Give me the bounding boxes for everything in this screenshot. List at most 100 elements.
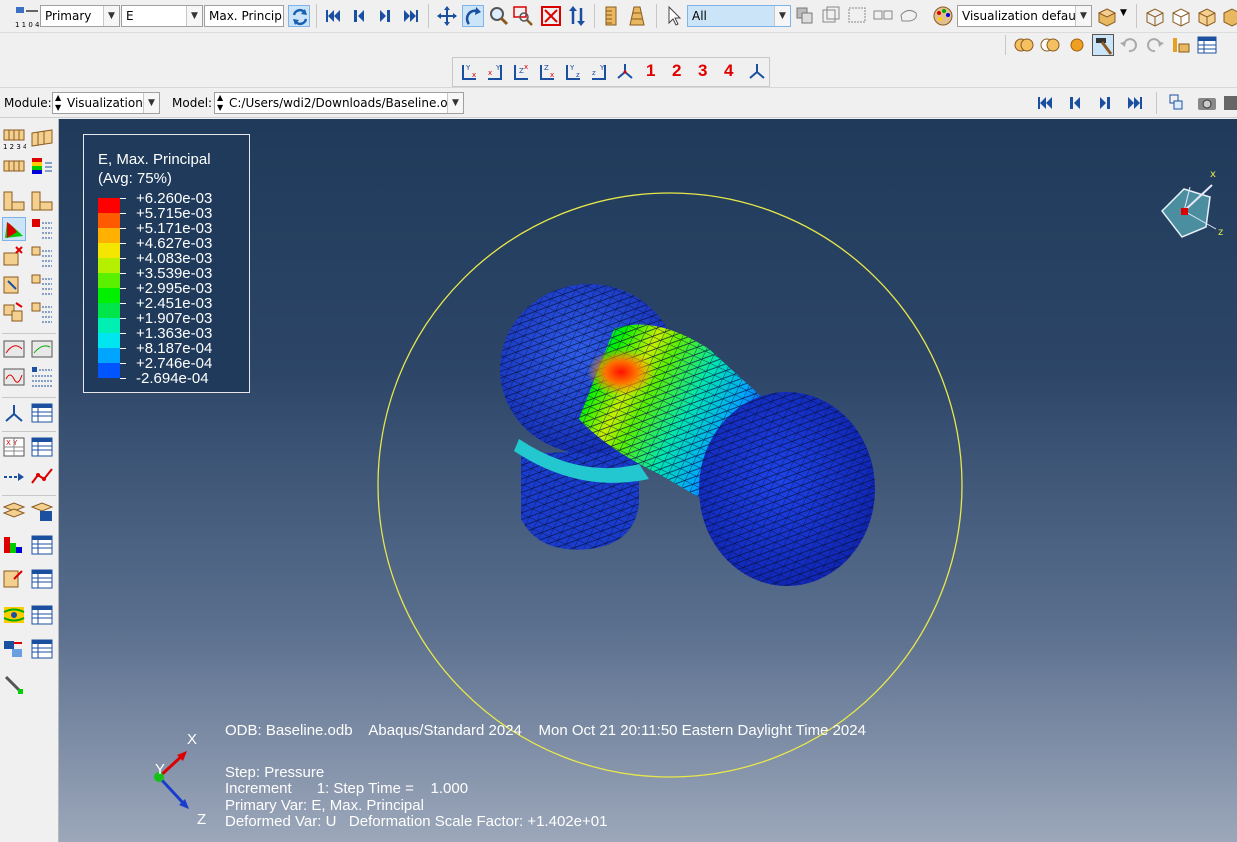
plot-contour-icon[interactable] <box>30 155 54 179</box>
table-icon[interactable] <box>1196 34 1218 56</box>
back-view-icon[interactable]: xY <box>484 61 506 83</box>
front-view-icon[interactable]: Yx <box>458 61 480 83</box>
step-frame-icon[interactable]: 1 1 0 4 0 <box>14 5 46 29</box>
chevron-down-icon[interactable]: ▼ <box>1120 8 1127 18</box>
ruler-icon[interactable] <box>600 5 622 27</box>
multiple-options-icon[interactable] <box>30 301 54 325</box>
refresh-icon[interactable] <box>288 5 310 27</box>
user-view-4-button[interactable]: 4 <box>724 59 733 83</box>
user-view-1-button[interactable]: 1 <box>646 59 655 83</box>
first-frame-icon[interactable] <box>1034 92 1056 114</box>
particle-manager-icon[interactable] <box>30 637 54 661</box>
apply-view-icon[interactable] <box>746 61 768 83</box>
next-frame-icon[interactable] <box>1094 92 1116 114</box>
invariant-select[interactable]: Max. Princip <box>204 5 284 27</box>
camera-icon[interactable] <box>1196 92 1218 114</box>
animation-options-icon[interactable] <box>30 365 54 389</box>
iso-view-icon[interactable] <box>614 61 636 83</box>
display-group-manager-icon[interactable] <box>30 499 54 523</box>
undo-icon[interactable] <box>1118 34 1140 56</box>
next-frame-icon[interactable] <box>374 5 396 27</box>
chevron-down-icon: ▼ <box>774 6 790 26</box>
lasso-select-icon[interactable] <box>898 5 920 27</box>
cycle-views-icon[interactable] <box>566 5 588 27</box>
free-body-manager-icon[interactable] <box>30 567 54 591</box>
ruler-alt-icon[interactable] <box>626 5 648 27</box>
visualization-defaults-select[interactable]: Visualization defaults ▼ <box>957 5 1092 27</box>
sphere-icon[interactable] <box>1066 34 1088 56</box>
viewport-canvas[interactable]: E, Max. Principal (Avg: 75%) +6.260e-03 +… <box>59 119 1237 842</box>
zoom-icon[interactable] <box>488 5 510 27</box>
plot-multiple-icon[interactable] <box>2 301 26 325</box>
hammer-icon[interactable] <box>1092 34 1114 56</box>
contour-edit-icon[interactable] <box>30 217 54 241</box>
contour-options-icon[interactable] <box>2 217 26 241</box>
color-code-icon[interactable] <box>2 533 26 557</box>
auto-fit-icon[interactable] <box>540 5 562 27</box>
plot-deformed-icon[interactable] <box>30 127 54 151</box>
query-tool-icon[interactable] <box>2 673 26 697</box>
selection-filter-select[interactable]: All ▼ <box>687 5 791 27</box>
redo-icon[interactable] <box>1144 34 1166 56</box>
plot-both-icon[interactable] <box>2 155 26 179</box>
primary-select[interactable]: Primary ▼ <box>40 5 120 27</box>
free-body-icon[interactable] <box>2 567 26 591</box>
material-options-icon[interactable] <box>30 273 54 297</box>
view-cut-icon[interactable] <box>2 401 26 425</box>
color-code-manager-icon[interactable] <box>30 533 54 557</box>
model-select[interactable]: ▲ ▼ C:/Users/wdi2/Downloads/Baseline.odb ▼ <box>214 92 464 114</box>
animation-options-icon[interactable] <box>1166 92 1188 114</box>
shaded-icon[interactable] <box>1221 5 1237 27</box>
bottom-view-icon[interactable]: Zx <box>536 61 558 83</box>
right-view-icon[interactable]: zY <box>588 61 610 83</box>
union-icon[interactable] <box>1012 34 1034 56</box>
module-select[interactable]: ▲ ▼ Visualization ▼ <box>52 92 160 114</box>
user-view-2-button[interactable]: 2 <box>672 59 681 83</box>
animate-harmonic-icon[interactable] <box>30 337 54 361</box>
intersect-icon[interactable] <box>1038 34 1060 56</box>
left-view-icon[interactable]: Yz <box>562 61 584 83</box>
user-view-3-button[interactable]: 3 <box>698 59 707 83</box>
select-3d-icon[interactable] <box>820 5 842 27</box>
movie-icon[interactable] <box>1222 92 1237 114</box>
module-select-value: Visualization <box>67 96 143 110</box>
variable-select[interactable]: E ▼ <box>121 5 203 27</box>
material-orientation-icon[interactable] <box>2 273 26 297</box>
wireframe-icon[interactable] <box>1144 5 1166 27</box>
symbol-plot-icon[interactable] <box>2 245 26 269</box>
previous-frame-icon[interactable] <box>348 5 370 27</box>
tools-icon[interactable] <box>1170 34 1192 56</box>
filled-icon[interactable] <box>1196 5 1218 27</box>
rotate-icon[interactable] <box>462 5 484 27</box>
plot-allow-multiple-icon[interactable] <box>30 189 54 213</box>
drag-select-icon[interactable] <box>872 5 894 27</box>
box-zoom-icon[interactable] <box>512 5 534 27</box>
previous-frame-icon[interactable] <box>1064 92 1086 114</box>
display-group-icon[interactable] <box>2 499 26 523</box>
animate-time-icon[interactable] <box>2 365 26 389</box>
first-frame-icon[interactable] <box>322 5 344 27</box>
xy-data-manager-icon[interactable] <box>30 435 54 459</box>
xy-data-icon[interactable]: X Y <box>2 435 26 459</box>
palette-icon[interactable] <box>932 5 954 27</box>
views-toolbar: Yx xY Zx Zx Yz zY 1 2 3 4 <box>0 57 1237 87</box>
top-view-icon[interactable]: Zx <box>510 61 532 83</box>
animate-scale-icon[interactable] <box>2 337 26 361</box>
view-cut-manager-icon[interactable] <box>30 401 54 425</box>
hidden-line-icon[interactable] <box>1170 5 1192 27</box>
last-frame-icon[interactable] <box>1124 92 1146 114</box>
path-plot-icon[interactable] <box>30 465 54 489</box>
particle-icon[interactable] <box>2 637 26 661</box>
pan-icon[interactable] <box>436 5 458 27</box>
stream-manager-icon[interactable] <box>30 603 54 627</box>
render-style-icon[interactable] <box>1096 5 1118 27</box>
stream-icon[interactable] <box>2 603 26 627</box>
plot-undeformed-icon[interactable]: 1 2 3 4 <box>2 127 28 151</box>
selection-options-icon[interactable] <box>794 5 816 27</box>
cursor-icon[interactable] <box>664 5 686 27</box>
box-select-icon[interactable] <box>846 5 868 27</box>
path-icon[interactable] <box>2 465 26 489</box>
last-frame-icon[interactable] <box>400 5 422 27</box>
plot-symbols-icon[interactable] <box>2 189 26 213</box>
symbol-options-icon[interactable] <box>30 245 54 269</box>
